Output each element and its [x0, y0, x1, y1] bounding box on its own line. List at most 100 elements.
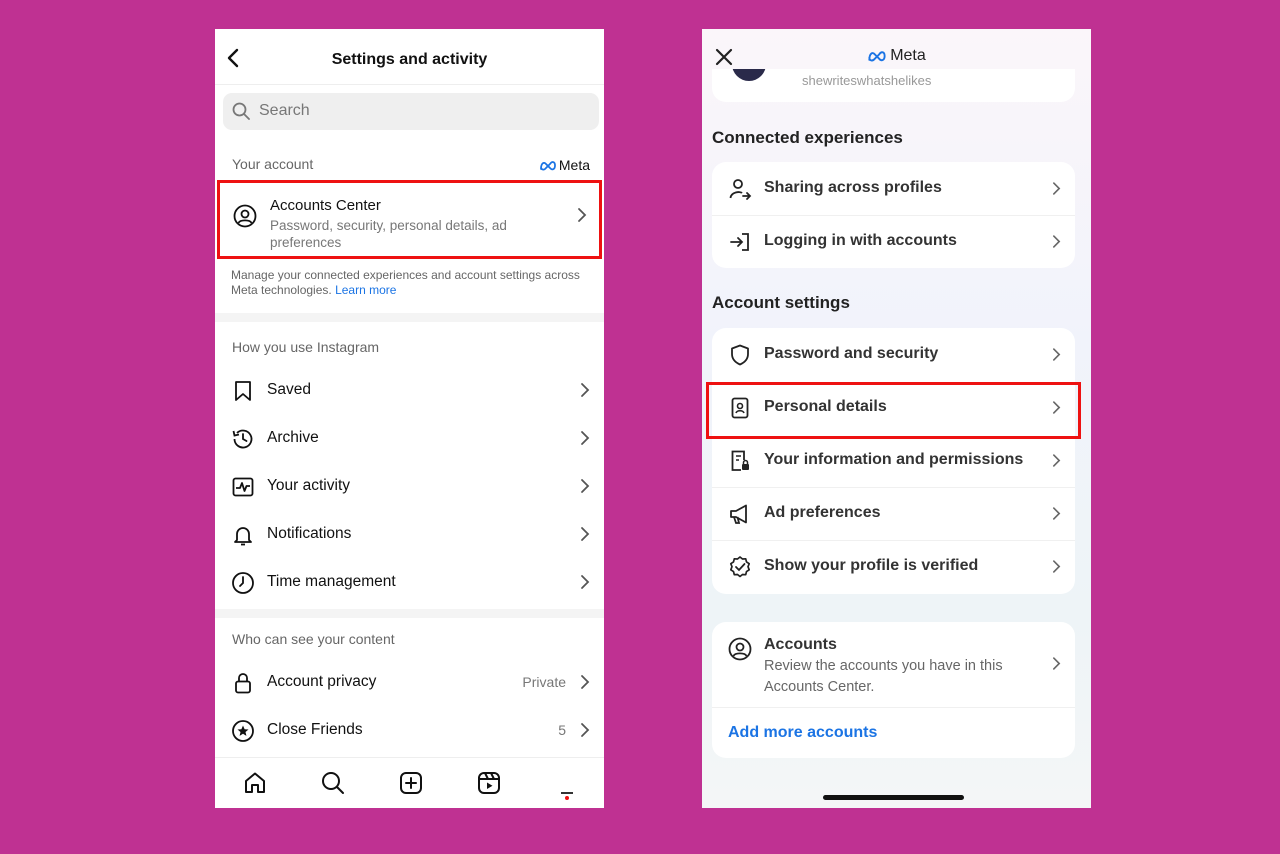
bottom-nav	[215, 757, 604, 808]
share-profile-icon	[728, 177, 752, 201]
user-circle-icon	[728, 637, 752, 661]
menu-item-close-friends[interactable]: Close Friends 5	[215, 707, 604, 755]
activity-icon	[231, 475, 255, 499]
chevron-right-icon	[1052, 506, 1061, 521]
menu-item-time-management[interactable]: Time management	[215, 559, 604, 607]
meta-logo-text: Meta	[558, 157, 590, 173]
menu-item-label: Your activity	[267, 477, 350, 494]
meta-infinity-icon	[868, 51, 886, 62]
accounts-subtitle: Review the accounts you have in this Acc…	[764, 658, 1003, 695]
chevron-right-icon	[1052, 347, 1061, 362]
search-input[interactable]	[259, 99, 579, 123]
bell-icon	[231, 523, 255, 547]
manage-text: Manage your connected experiences and ac…	[231, 268, 580, 297]
home-indicator[interactable]	[823, 795, 964, 800]
menu-item-label: Saved	[267, 381, 311, 398]
menu-item-sharing-across-profiles[interactable]: Sharing across profiles	[712, 162, 1075, 215]
shield-icon	[728, 343, 752, 367]
accounts-center-title: Accounts Center	[270, 197, 381, 214]
menu-item-show-verified[interactable]: Show your profile is verified	[712, 540, 1075, 593]
chevron-right-icon	[580, 674, 590, 690]
search-icon	[232, 102, 250, 120]
connected-experiences-card: Sharing across profiles Logging in with …	[712, 162, 1075, 268]
close-friends-count: 5	[558, 722, 566, 738]
manage-description: Manage your connected experiences and ac…	[231, 268, 586, 298]
chevron-right-icon	[1052, 234, 1061, 249]
menu-item-accounts[interactable]: Accounts Review the accounts you have in…	[712, 622, 1075, 706]
home-icon[interactable]	[242, 770, 268, 796]
chevron-right-icon	[580, 722, 590, 738]
menu-item-notifications[interactable]: Notifications	[215, 511, 604, 559]
archive-icon	[231, 427, 255, 451]
create-icon[interactable]	[398, 770, 424, 796]
profile-username: shewriteswhatshelikes	[802, 73, 932, 88]
chevron-right-icon	[1052, 559, 1061, 574]
chevron-right-icon	[1052, 181, 1061, 196]
megaphone-icon	[728, 502, 752, 526]
menu-item-your-activity[interactable]: Your activity	[215, 463, 604, 511]
info-lock-icon	[728, 449, 752, 473]
star-icon	[231, 719, 255, 743]
accounts-card: Accounts Review the accounts you have in…	[712, 622, 1075, 758]
row-divider	[712, 707, 1075, 708]
menu-item-password-security[interactable]: Password and security	[712, 328, 1075, 381]
menu-item-archive[interactable]: Archive	[215, 415, 604, 463]
chevron-right-icon	[580, 574, 590, 590]
privacy-value: Private	[522, 674, 566, 690]
avatar	[732, 69, 766, 81]
menu-item-logging-in[interactable]: Logging in with accounts	[712, 215, 1075, 268]
menu-item-saved[interactable]: Saved	[215, 367, 604, 415]
profile-card[interactable]: shewriteswhatshelikes	[712, 69, 1075, 102]
accounts-center-subtitle: Password, security, personal details, ad…	[270, 218, 507, 250]
notification-dot	[565, 796, 569, 800]
chevron-right-icon	[580, 478, 590, 494]
profile-icon[interactable]	[561, 792, 573, 794]
account-settings-card: Password and security Personal details Y…	[712, 328, 1075, 594]
chevron-right-icon	[577, 207, 587, 223]
chevron-right-icon	[1052, 656, 1061, 671]
header: Settings and activity	[215, 29, 604, 85]
menu-item-your-information[interactable]: Your information and permissions	[712, 434, 1075, 487]
section-heading-connected: Connected experiences	[712, 128, 903, 147]
accounts-center-item[interactable]: Accounts Center Password, security, pers…	[217, 180, 602, 259]
menu-item-label: Show your profile is verified	[764, 557, 979, 574]
menu-item-label: Logging in with accounts	[764, 232, 957, 249]
menu-item-label: Archive	[267, 429, 319, 446]
meta-logo: Meta	[702, 47, 1091, 65]
chevron-right-icon	[580, 382, 590, 398]
user-circle-icon	[233, 204, 257, 228]
meta-accounts-center-screen: Meta shewriteswhatshelikes Connected exp…	[702, 29, 1091, 808]
add-more-accounts-link[interactable]: Add more accounts	[728, 724, 877, 742]
page-title: Settings and activity	[331, 51, 488, 68]
meta-infinity-icon	[540, 160, 556, 170]
chevron-right-icon	[580, 526, 590, 542]
section-divider	[215, 313, 604, 322]
reels-icon[interactable]	[476, 770, 502, 796]
clock-icon	[231, 571, 255, 595]
section-divider	[215, 609, 604, 618]
menu-item-account-privacy[interactable]: Account privacy Private	[215, 659, 604, 707]
menu-item-label: Account privacy	[267, 673, 377, 690]
learn-more-link[interactable]: Learn more	[335, 283, 396, 297]
search-icon[interactable]	[320, 770, 346, 796]
highlight-frame	[706, 382, 1081, 439]
meta-logo: Meta	[539, 157, 590, 173]
menu-item-ad-preferences[interactable]: Ad preferences	[712, 487, 1075, 540]
menu-item-label: Time management	[267, 573, 396, 590]
section-label-who-can-see: Who can see your content	[232, 631, 395, 647]
verified-badge-icon	[728, 555, 752, 579]
lock-icon	[231, 671, 255, 695]
search-bar[interactable]	[223, 93, 599, 130]
chevron-right-icon	[1052, 453, 1061, 468]
meta-brand-text: Meta	[890, 47, 926, 64]
instagram-settings-screen: Settings and activity Your account Meta …	[215, 29, 604, 808]
menu-item-label: Close Friends	[267, 721, 363, 738]
menu-item-label: Sharing across profiles	[764, 179, 942, 196]
menu-item-label: Password and security	[764, 345, 939, 362]
menu-item-label: Ad preferences	[764, 504, 881, 521]
accounts-title: Accounts	[764, 636, 837, 653]
menu-item-label: Notifications	[267, 525, 352, 542]
menu-item-label: Your information and permissions	[764, 451, 1024, 468]
section-heading-account-settings: Account settings	[712, 293, 850, 312]
section-label-how-you-use: How you use Instagram	[232, 339, 380, 355]
